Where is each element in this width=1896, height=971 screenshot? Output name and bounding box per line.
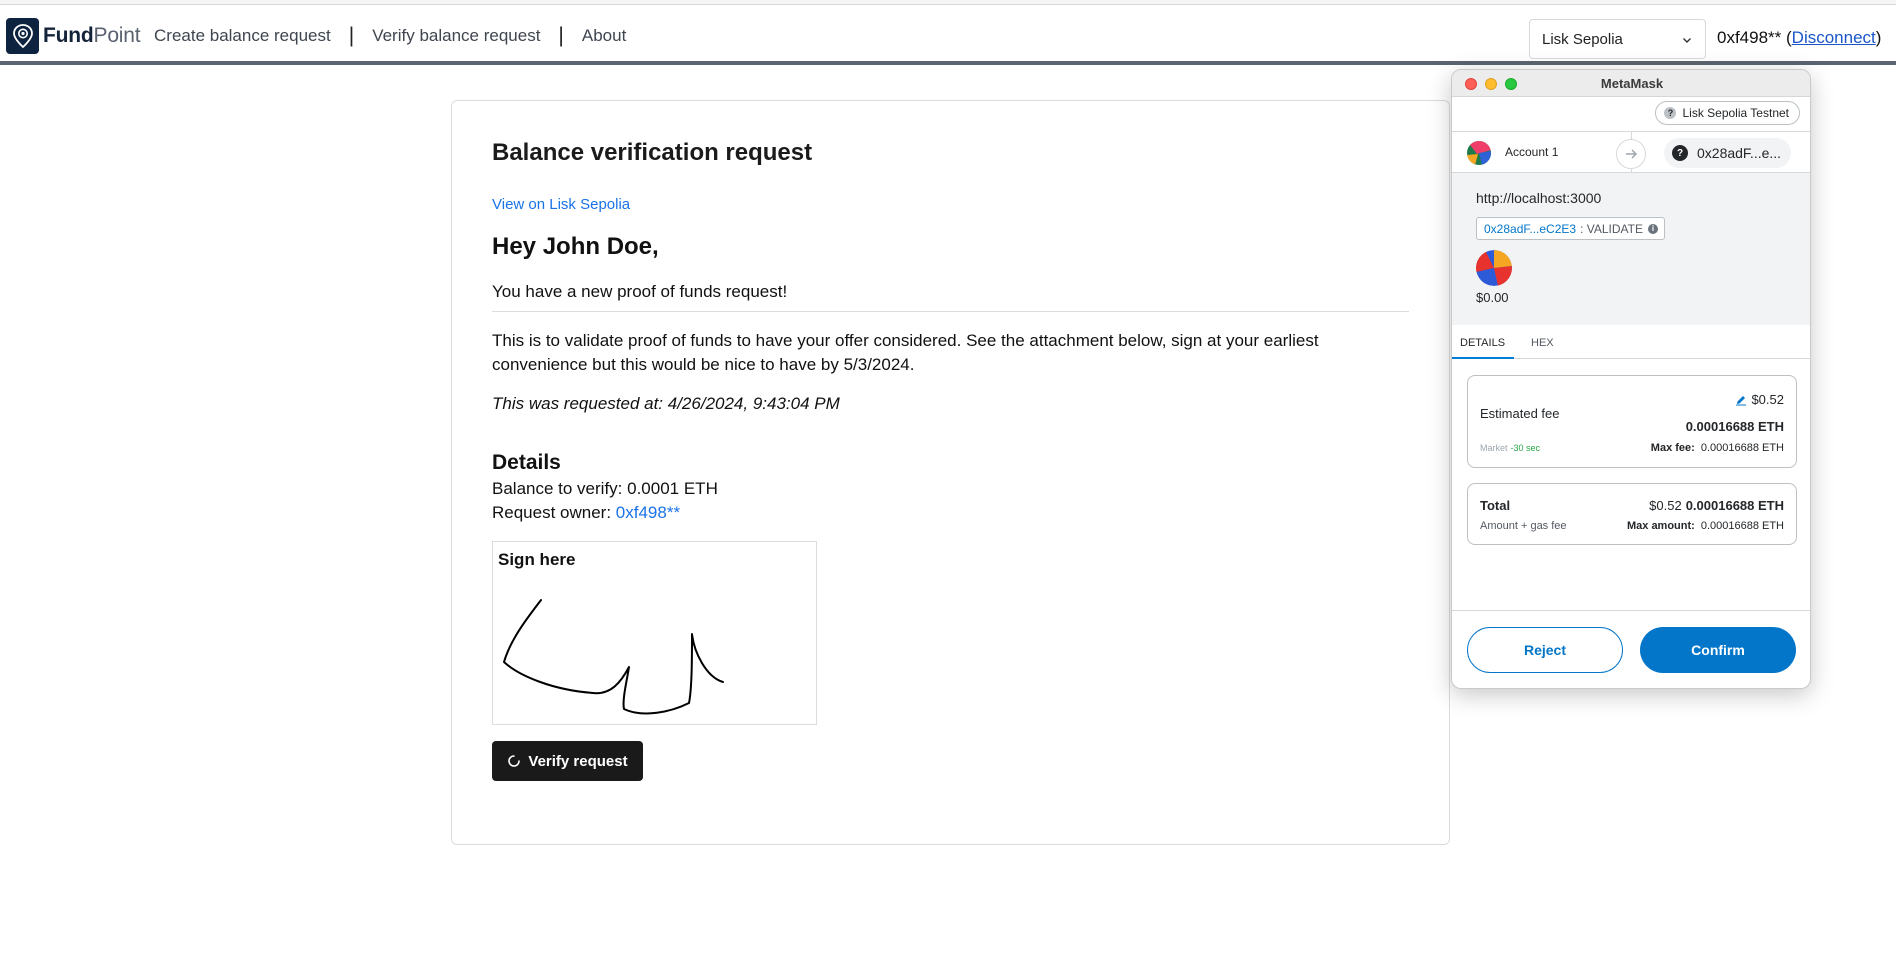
question-icon: ? xyxy=(1664,107,1677,119)
metamask-titlebar: MetaMask xyxy=(1452,70,1810,97)
page-title: Balance verification request xyxy=(492,139,813,166)
metamask-tabs: DETAILS HEX xyxy=(1452,325,1810,359)
owner-label: Request owner: xyxy=(492,503,616,522)
arrow-right-icon xyxy=(1616,139,1646,169)
metamask-title: MetaMask xyxy=(1600,76,1664,91)
max-fee-value: 0.00016688 ETH xyxy=(1700,442,1784,454)
recipient-address-text: 0x28adF...e... xyxy=(1697,145,1782,161)
nav-separator: | xyxy=(348,24,355,47)
max-amount-value: 0.00016688 ETH xyxy=(1700,520,1784,532)
market-time: -30 sec xyxy=(1510,443,1541,453)
unknown-contract-icon: ? xyxy=(1672,145,1688,161)
paren-close: ) xyxy=(1875,28,1882,47)
chevron-down-icon xyxy=(1681,33,1693,50)
reject-button[interactable]: Reject xyxy=(1467,627,1623,673)
estimated-fee-eth: 0.00016688 ETH xyxy=(1685,419,1784,434)
owner-address-link[interactable]: 0xf498** xyxy=(616,503,680,522)
market-text: Market xyxy=(1480,443,1508,453)
estimated-fee-usd-value: $0.52 xyxy=(1751,392,1784,407)
request-origin: http://localhost:3000 xyxy=(1476,190,1602,206)
confirm-button[interactable]: Confirm xyxy=(1640,627,1796,673)
signature-pad[interactable]: Sign here xyxy=(492,541,817,725)
signature-stroke xyxy=(503,599,724,715)
estimated-fee-box: Estimated fee $0.52 0.00016688 ETH Marke… xyxy=(1467,375,1797,468)
total-value: $0.52 0.00016688 ETH xyxy=(1649,498,1784,513)
requested-at: This was requested at: 4/26/2024, 9:43:0… xyxy=(492,394,840,413)
nav-separator: | xyxy=(558,24,564,47)
nav-links: Create balance request | Verify balance … xyxy=(154,18,626,54)
brand-name-light: Point xyxy=(93,24,141,47)
max-amount-label: Max amount: xyxy=(1626,520,1695,532)
contract-address: 0x28adF...eC2E3 xyxy=(1484,221,1577,236)
estimated-fee-usd: $0.52 xyxy=(1735,392,1784,407)
contract-method-badge[interactable]: 0x28adF...eC2E3 : VALIDATE i xyxy=(1476,217,1665,240)
brand-name-bold: Fund xyxy=(43,24,94,47)
disconnect-link[interactable]: Disconnect xyxy=(1792,28,1876,47)
balance-to-verify: Balance to verify: 0.0001 ETH xyxy=(492,479,718,499)
account-name: Account 1 xyxy=(1505,145,1559,159)
edit-gas-icon[interactable] xyxy=(1735,394,1747,406)
metamask-account-row: Account 1 ? 0x28adF...e... xyxy=(1452,131,1810,174)
total-usd: $0.52 xyxy=(1649,498,1682,513)
balance-label: Balance to verify: xyxy=(492,479,628,498)
brand[interactable]: FundPoint xyxy=(6,18,141,54)
total-eth: 0.00016688 ETH xyxy=(1685,498,1784,513)
info-icon: i xyxy=(1647,223,1658,234)
details-heading: Details xyxy=(492,451,561,474)
nav-create-balance-request[interactable]: Create balance request xyxy=(154,26,331,46)
metamask-window: MetaMask ? Lisk Sepolia Testnet Account … xyxy=(1451,69,1811,689)
verify-request-label: Verify request xyxy=(528,752,628,770)
recipient-address[interactable]: ? 0x28adF...e... xyxy=(1664,138,1792,168)
view-on-explorer-link[interactable]: View on Lisk Sepolia xyxy=(492,196,630,213)
verification-card: Balance verification request View on Lis… xyxy=(451,100,1450,845)
paren-open: ( xyxy=(1781,28,1792,47)
brand-name: FundPoint xyxy=(43,24,141,48)
request-owner: Request owner: 0xf498** xyxy=(492,503,680,523)
wallet-address-text: 0xf498** xyxy=(1717,28,1782,47)
fee-market-label: Market -30 sec xyxy=(1480,443,1540,453)
footer-divider xyxy=(1452,610,1810,611)
metamask-network-name: Lisk Sepolia Testnet xyxy=(1682,106,1789,120)
token-icon xyxy=(1476,250,1512,286)
verify-request-button[interactable]: Verify request xyxy=(492,741,643,781)
network-select[interactable]: Lisk Sepolia xyxy=(1529,19,1706,59)
max-fee-label: Max fee: xyxy=(1650,442,1695,454)
tab-hex[interactable]: HEX xyxy=(1531,337,1554,349)
metamask-network-row: ? Lisk Sepolia Testnet xyxy=(1452,98,1810,128)
network-select-value: Lisk Sepolia xyxy=(1542,30,1623,48)
nav-verify-balance-request[interactable]: Verify balance request xyxy=(372,26,540,46)
metamask-network-pill[interactable]: ? Lisk Sepolia Testnet xyxy=(1655,101,1800,125)
request-subline: You have a new proof of funds request! xyxy=(492,282,788,301)
greeting-heading: Hey John Doe, xyxy=(492,233,659,260)
total-label: Total xyxy=(1480,498,1511,513)
max-fee: Max fee: 0.00016688 ETH xyxy=(1651,442,1784,454)
divider xyxy=(492,311,1409,312)
active-tab-indicator xyxy=(1452,357,1514,359)
loading-spinner-icon xyxy=(507,754,521,768)
navbar: FundPoint Create balance request | Verif… xyxy=(0,5,1896,65)
account-avatar xyxy=(1467,141,1491,165)
method-name: : VALIDATE xyxy=(1580,221,1643,236)
transaction-summary: http://localhost:3000 0x28adF...eC2E3 : … xyxy=(1452,173,1810,325)
nav-about[interactable]: About xyxy=(582,26,626,46)
balance-value: 0.0001 ETH xyxy=(627,479,718,498)
estimated-fee-label: Estimated fee xyxy=(1480,406,1560,421)
request-description: This is to validate proof of funds to ha… xyxy=(492,331,1319,374)
tab-details[interactable]: DETAILS xyxy=(1460,337,1505,349)
wallet-address: 0xf498** (Disconnect) xyxy=(1717,28,1881,48)
max-amount: Max amount: 0.00016688 ETH xyxy=(1627,520,1784,532)
total-sub-label: Amount + gas fee xyxy=(1480,520,1567,532)
transaction-amount: $0.00 xyxy=(1476,290,1509,305)
fundpoint-logo-icon xyxy=(6,18,39,54)
total-box: Total $0.52 0.00016688 ETH Amount + gas f… xyxy=(1467,483,1797,545)
